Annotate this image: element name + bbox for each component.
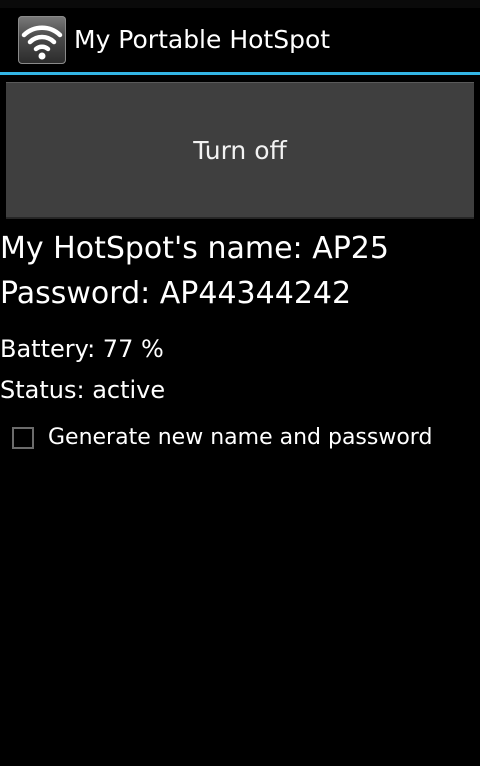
app-title: My Portable HotSpot bbox=[74, 25, 331, 54]
turn-off-button[interactable]: Turn off bbox=[6, 82, 474, 219]
app-screen: My Portable HotSpot Turn off My HotSpot'… bbox=[0, 0, 480, 766]
status-text: Status: active bbox=[0, 376, 166, 404]
wifi-icon bbox=[18, 16, 66, 64]
password-text: Password: AP44344242 bbox=[0, 276, 352, 311]
generate-new-label[interactable]: Generate new name and password bbox=[48, 423, 432, 453]
status-bar bbox=[0, 0, 480, 8]
generate-new-option[interactable]: Generate new name and password bbox=[12, 423, 432, 453]
action-bar: My Portable HotSpot bbox=[0, 8, 480, 72]
generate-new-checkbox[interactable] bbox=[12, 427, 34, 449]
action-bar-divider bbox=[0, 72, 480, 75]
hotspot-name-text: My HotSpot's name: AP25 bbox=[0, 231, 389, 266]
battery-text: Battery: 77 % bbox=[0, 335, 164, 363]
